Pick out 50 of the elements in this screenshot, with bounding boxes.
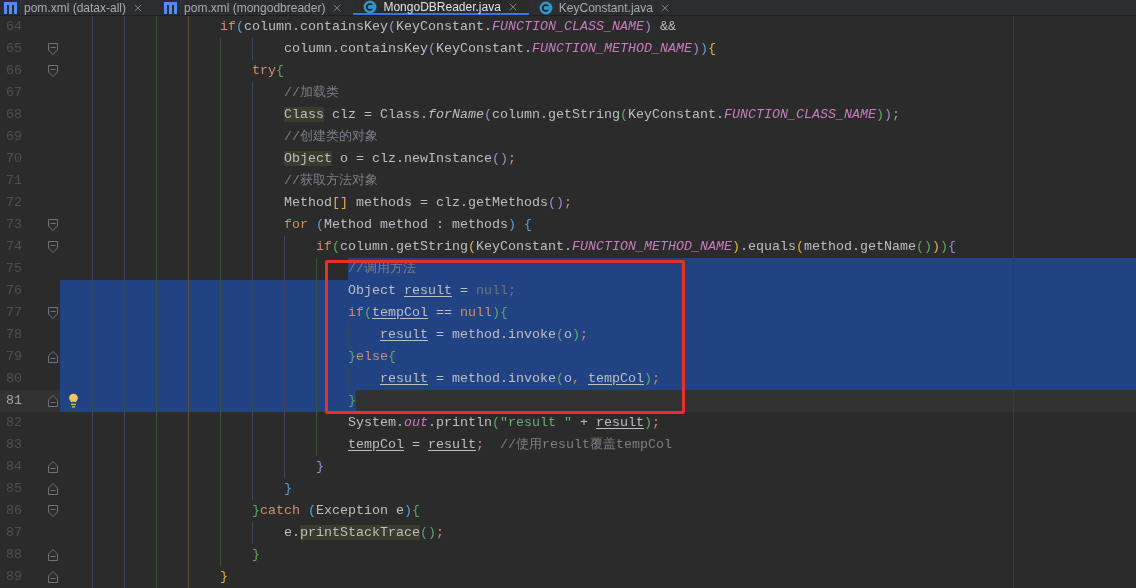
code-line: result = method.invoke(o); — [380, 326, 588, 344]
fold-icon[interactable] — [48, 241, 58, 253]
fold-icon[interactable] — [48, 307, 58, 319]
code-line: result = method.invoke(o, tempCol); — [380, 370, 660, 388]
class-icon — [363, 0, 378, 14]
editor-tab[interactable]: pom.xml (datax-all) — [0, 0, 155, 15]
code-line: Class clz = Class.forName(column.getString(KeyConstant.FUNCTION_CLASS_NAME)); — [284, 106, 900, 124]
editor-tab[interactable]: pom.xml (mongodbreader) — [154, 0, 354, 15]
tab-label: MongoDBReader.java — [383, 0, 501, 14]
code-line: //获取方法对象 — [284, 172, 378, 190]
code-line: if(column.containsKey(KeyConstant.FUNCTION_CLASS_NAME) && — [220, 18, 676, 36]
fold-icon[interactable] — [48, 549, 58, 561]
tab-label: KeyConstant.java — [558, 0, 653, 15]
lightbulb-icon[interactable] — [66, 393, 81, 408]
fold-icon[interactable] — [48, 219, 58, 231]
fold-icon[interactable] — [48, 571, 58, 583]
code-line: } — [316, 458, 324, 476]
fold-icon[interactable] — [48, 351, 58, 363]
fold-icon[interactable] — [48, 505, 58, 517]
fold-icon[interactable] — [48, 65, 58, 77]
code-line: if(column.getString(KeyConstant.FUNCTION_METHOD_NAME).equals(method.getName())){ — [316, 238, 956, 256]
code-line: //创建类的对象 — [284, 128, 378, 146]
fold-icon[interactable] — [48, 483, 58, 495]
code-line: } — [252, 546, 260, 564]
code-line: try{ — [252, 62, 284, 80]
code-line: tempCol = result; //使用result覆盖tempCol — [348, 436, 672, 454]
tab-label: pom.xml (mongodbreader) — [184, 0, 326, 15]
code-line: }catch (Exception e){ — [252, 502, 420, 520]
code-line: }else{ — [348, 348, 396, 366]
code-line: Object o = clz.newInstance(); — [284, 150, 516, 168]
code-line: Object result = null; — [348, 282, 516, 300]
code-line: if(tempCol == null){ — [348, 304, 508, 322]
fold-icon[interactable] — [48, 461, 58, 473]
fold-icon[interactable] — [48, 43, 58, 55]
code-line: //加载类 — [284, 84, 339, 102]
maven-icon — [164, 1, 179, 14]
code-line: System.out.println("result " + result); — [348, 414, 660, 432]
editor-tab[interactable]: KeyConstant.java — [528, 0, 681, 15]
code-line: } — [284, 480, 292, 498]
code-line: e.printStackTrace(); — [284, 524, 444, 542]
maven-icon — [4, 1, 18, 14]
fold-icon[interactable] — [48, 395, 58, 407]
code-line: column.containsKey(KeyConstant.FUNCTION_METHOD_NAME)){ — [284, 40, 716, 58]
editor-tab[interactable]: MongoDBReader.java — [353, 0, 529, 15]
code-line: Method[] methods = clz.getMethods(); — [284, 194, 572, 212]
code-line: } — [348, 392, 356, 410]
tab-label: pom.xml (datax-all) — [24, 0, 127, 15]
code-line: for (Method method : methods) { — [284, 216, 532, 234]
line-number: 81 — [5, 392, 22, 410]
code-line: } — [220, 568, 228, 586]
